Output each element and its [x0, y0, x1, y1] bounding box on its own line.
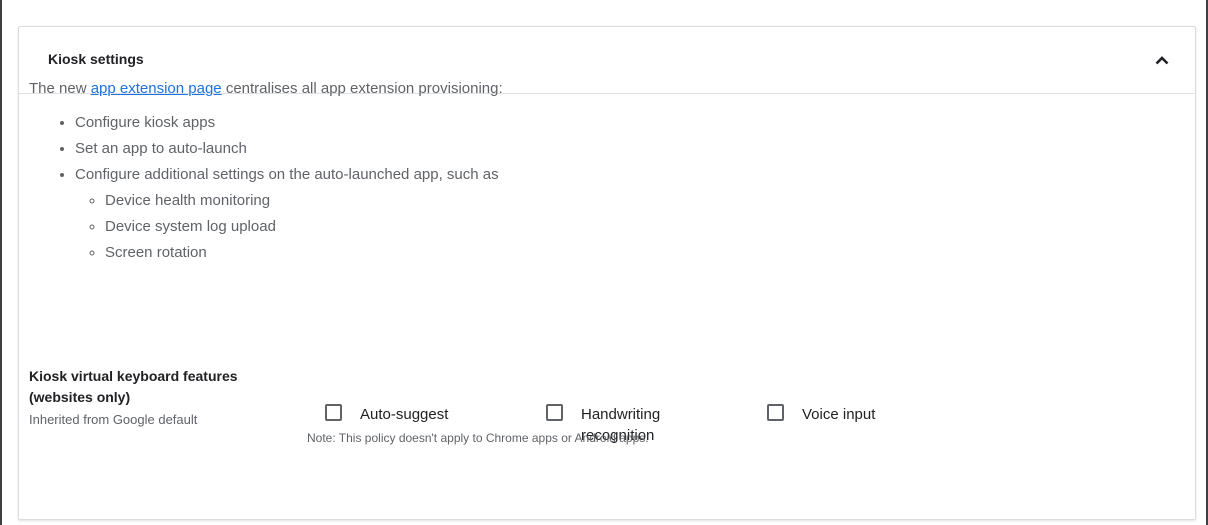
sub-list-item: Screen rotation: [105, 240, 499, 266]
checkbox-box[interactable]: [546, 404, 563, 421]
chevron-up-icon: [1155, 56, 1169, 65]
feature-list: Configure kiosk apps Set an app to auto-…: [55, 110, 499, 266]
collapse-button[interactable]: [1151, 49, 1173, 71]
sub-list-item: Device health monitoring: [105, 188, 499, 214]
panel-title: Kiosk settings: [48, 51, 144, 67]
policy-note: Note: This policy doesn't apply to Chrom…: [307, 431, 649, 445]
setting-label-block: Kiosk virtual keyboard features (website…: [29, 366, 289, 427]
intro-prefix: The new: [29, 80, 91, 97]
list-item: Configure additional settings on the aut…: [75, 162, 499, 266]
sub-feature-list: Device health monitoring Device system l…: [75, 188, 499, 266]
list-item: Configure kiosk apps: [75, 110, 499, 136]
checkbox-label[interactable]: Voice input: [802, 404, 875, 425]
window-edge-left: [0, 0, 2, 525]
intro-text: The new app extension page centralises a…: [29, 80, 503, 97]
auto-suggest-checkbox[interactable]: Auto-suggest: [325, 404, 448, 425]
checkbox-box[interactable]: [325, 404, 342, 421]
app-extension-page-link[interactable]: app extension page: [91, 80, 222, 97]
intro-suffix: centralises all app extension provisioni…: [221, 80, 503, 97]
checkbox-label[interactable]: Auto-suggest: [360, 404, 448, 425]
setting-inherited-status: Inherited from Google default: [29, 412, 198, 427]
voice-input-checkbox[interactable]: Voice input: [767, 404, 875, 425]
list-item-text: Configure additional settings on the aut…: [75, 166, 499, 183]
sub-list-item: Device system log upload: [105, 214, 499, 240]
setting-name: Kiosk virtual keyboard features (website…: [29, 368, 238, 405]
list-item: Set an app to auto-launch: [75, 136, 499, 162]
checkbox-box[interactable]: [767, 404, 784, 421]
